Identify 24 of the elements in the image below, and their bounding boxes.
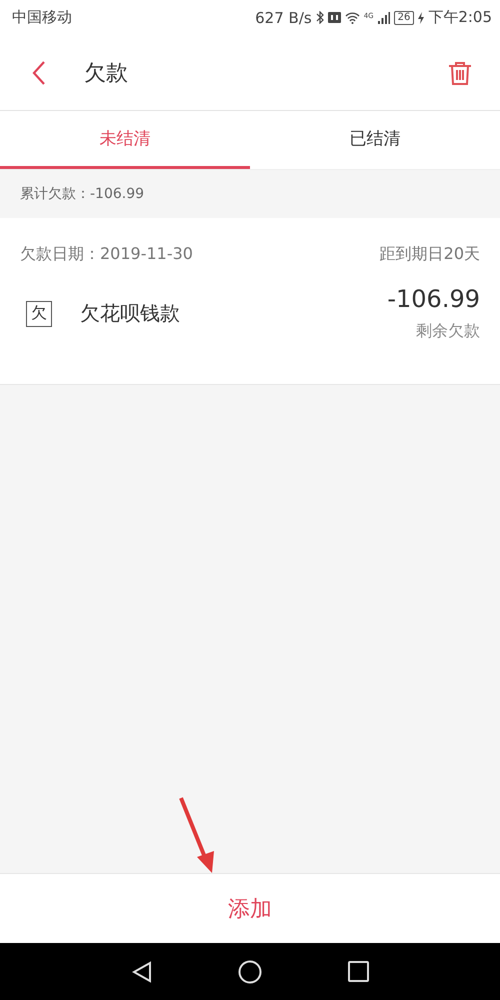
page-title: 欠款: [84, 60, 129, 88]
total-debt: 累计欠款：-106.99: [20, 185, 144, 203]
back-icon[interactable]: [32, 60, 46, 86]
recents-nav-icon[interactable]: [348, 961, 368, 982]
debt-icon: 欠: [26, 300, 52, 326]
trash-icon[interactable]: [447, 60, 473, 86]
signal-icon: [378, 12, 390, 24]
due-days: 距到期日20天: [380, 244, 480, 265]
home-nav-icon[interactable]: [238, 960, 262, 984]
clock: 下午2:05: [428, 8, 492, 27]
add-button[interactable]: 添加: [0, 873, 500, 943]
wifi-icon: [344, 12, 360, 24]
carrier-name: 中国移动: [12, 8, 72, 27]
debt-amount: -106.99: [387, 285, 480, 313]
bluetooth-icon: [316, 11, 324, 24]
charging-icon: [418, 12, 424, 24]
battery-level: 26: [394, 10, 414, 24]
debt-card[interactable]: 欠款日期：2019-11-30 距到期日20天 欠 欠花呗钱款 -106.99 剩余欠款: [0, 218, 500, 385]
amount-label: 剩余欠款: [416, 321, 480, 342]
network-speed: 627 B/s: [255, 8, 312, 26]
debt-name: 欠花呗钱款: [80, 300, 181, 327]
debt-date: 欠款日期：2019-11-30: [20, 244, 193, 265]
back-nav-icon[interactable]: [132, 960, 152, 982]
hd-icon: [328, 12, 341, 23]
